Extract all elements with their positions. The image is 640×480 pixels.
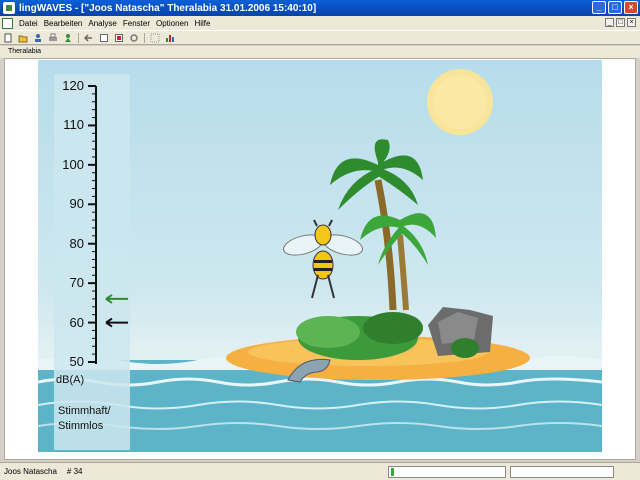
menu-optionen[interactable]: Optionen: [153, 19, 191, 28]
unit-label: dB(A): [56, 374, 85, 386]
window-title: lingWAVES - ["Joos Natascha" Theralabia …: [19, 2, 317, 14]
target-level-marker: [105, 317, 128, 328]
user-icon[interactable]: [33, 33, 43, 43]
doc-restore-button[interactable]: □: [616, 18, 625, 27]
maximize-button[interactable]: □: [608, 1, 622, 14]
level-progress-fill: [391, 468, 394, 476]
window-controls: _ □ ×: [592, 1, 638, 14]
level-progress: [388, 466, 506, 478]
toolbar-separator: [144, 32, 145, 43]
menu-bar: Datei Bearbeiten Analyse Fenster Optione…: [0, 16, 640, 30]
scale-tick-label: 50: [69, 354, 84, 369]
scale-tick-label: 110: [63, 117, 84, 133]
status-user: Joos Natascha: [4, 467, 57, 476]
record-icon[interactable]: [114, 33, 124, 43]
settings-icon[interactable]: [129, 33, 139, 43]
document-icon[interactable]: [2, 17, 13, 29]
person-icon[interactable]: [63, 33, 73, 43]
app-icon[interactable]: [3, 2, 15, 14]
scale-tick-label: 60: [69, 314, 84, 330]
open-folder-icon[interactable]: [18, 33, 28, 43]
level-scale: 120 110 100 90 80 70 60 50: [54, 74, 130, 450]
menu-fenster[interactable]: Fenster: [120, 19, 153, 28]
status-number: # 34: [66, 467, 83, 476]
bee-character: [283, 219, 363, 299]
document-label: Theralabia: [0, 46, 640, 58]
menu-hilfe[interactable]: Hilfe: [191, 19, 213, 28]
scale-tick-label: 100: [62, 156, 84, 172]
scale-tick-label: 80: [69, 235, 84, 251]
new-file-icon[interactable]: [3, 33, 13, 43]
status-bar: Joos Natascha # 34: [0, 462, 640, 480]
print-icon[interactable]: [48, 33, 58, 43]
toolbar-separator: [78, 32, 79, 43]
title-bar: lingWAVES - ["Joos Natascha" Theralabia …: [0, 0, 640, 16]
doc-close-button[interactable]: ×: [627, 18, 636, 27]
voice-mode-label: Stimmhaft/ Stimmlos: [58, 404, 111, 434]
scale-tick-label: 120: [62, 78, 84, 93]
close-button[interactable]: ×: [624, 1, 638, 14]
status-field: [510, 466, 614, 478]
menu-datei[interactable]: Datei: [16, 19, 41, 28]
document-controls: _ □ ×: [605, 18, 636, 27]
back-arrow-icon[interactable]: [83, 33, 94, 43]
voice-mode-line-1: Stimmhaft/: [58, 405, 111, 417]
scale-tick-label: 90: [69, 196, 84, 212]
zoom-icon[interactable]: [150, 33, 160, 43]
chart-icon[interactable]: [165, 33, 175, 43]
doc-minimize-button[interactable]: _: [605, 18, 614, 27]
minimize-button[interactable]: _: [592, 1, 606, 14]
palm-leaves: [330, 139, 423, 210]
menu-analyse[interactable]: Analyse: [85, 19, 119, 28]
menu-bearbeiten[interactable]: Bearbeiten: [41, 19, 86, 28]
stop-square-icon[interactable]: [99, 33, 109, 43]
voice-mode-line-2: Stimmlos: [58, 420, 104, 432]
scale-tick-label: 70: [69, 275, 84, 291]
toolbar: [0, 30, 640, 45]
current-level-marker: [105, 294, 128, 304]
